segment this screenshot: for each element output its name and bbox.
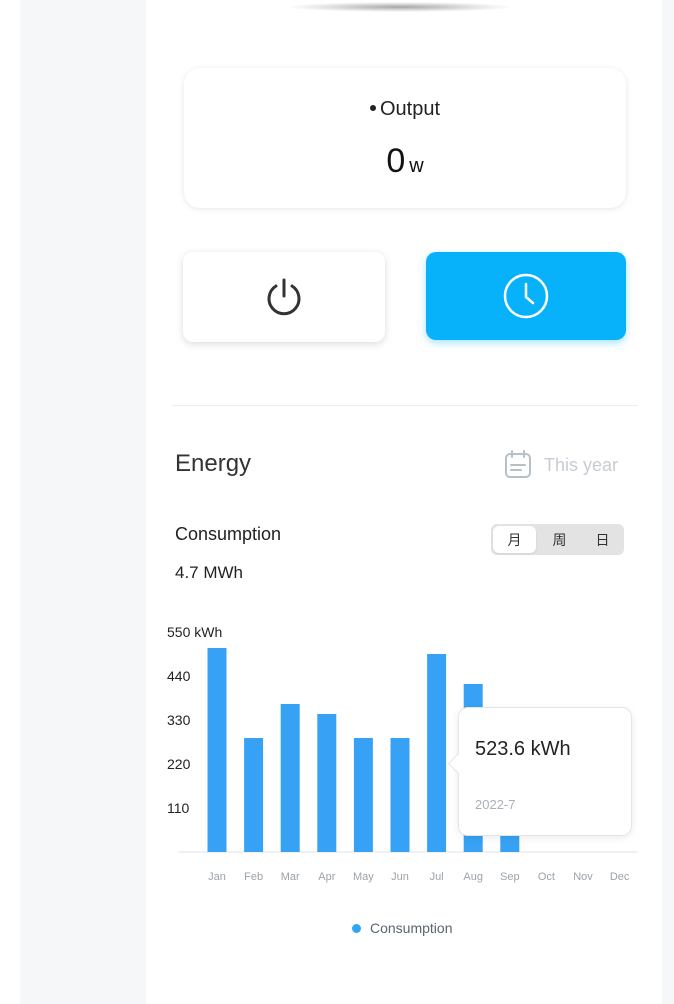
x-tick-label: Mar bbox=[281, 871, 300, 883]
x-tick-label: Sep bbox=[500, 871, 520, 883]
x-tick-label: Jul bbox=[430, 871, 444, 883]
legend-dot bbox=[352, 923, 361, 933]
x-tick-label: Nov bbox=[573, 871, 593, 883]
bar-jan[interactable] bbox=[207, 648, 227, 852]
y-tick-label: 220 bbox=[167, 756, 191, 772]
x-tick-label: Feb bbox=[244, 871, 263, 883]
x-tick-label: Oct bbox=[538, 871, 555, 883]
chart-tooltip: 523.6 kWh 2022-7 bbox=[447, 707, 632, 836]
legend-label: Consumption bbox=[370, 920, 453, 936]
bar-feb[interactable] bbox=[244, 738, 264, 852]
chart-legend: Consumption bbox=[352, 920, 453, 936]
tooltip-value: 523.6 kWh bbox=[475, 738, 571, 760]
x-tick-label: Dec bbox=[610, 871, 630, 883]
consumption-chart: 110 220 330 440 Jan Feb Mar Apr May Jun Jul Aug Sep O… bbox=[167, 648, 638, 883]
x-tick-label: Jun bbox=[391, 871, 409, 883]
tooltip-date: 2022-7 bbox=[475, 797, 516, 812]
x-tick-label: Aug bbox=[463, 871, 483, 883]
bar-jun[interactable] bbox=[390, 738, 410, 852]
x-tick-label: May bbox=[353, 871, 374, 883]
y-tick-label: 110 bbox=[167, 800, 190, 816]
bar-apr[interactable] bbox=[317, 714, 337, 852]
bar-jul[interactable] bbox=[427, 654, 447, 852]
y-tick-label: 440 bbox=[167, 668, 191, 684]
bar-mar[interactable] bbox=[280, 704, 300, 852]
y-tick-label: 330 bbox=[167, 712, 191, 728]
x-tick-label: Apr bbox=[318, 871, 335, 883]
x-tick-label: Jan bbox=[208, 871, 226, 883]
bar-may[interactable] bbox=[353, 738, 373, 852]
